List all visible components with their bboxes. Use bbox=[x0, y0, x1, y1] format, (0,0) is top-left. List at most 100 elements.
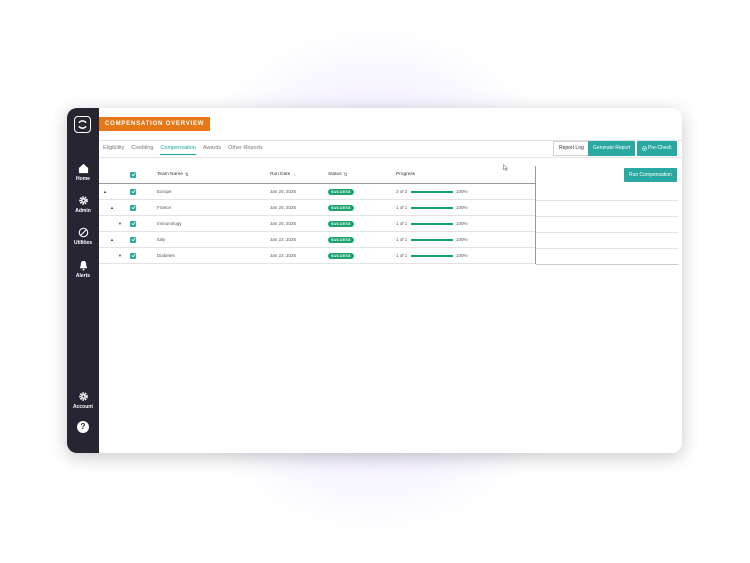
status-cell: SUCCESS bbox=[328, 248, 354, 263]
table-row[interactable]: ▲ Europe Jan 20, 2025 SUCCESS 2 of 2 100… bbox=[99, 184, 535, 200]
tab-other-reports[interactable]: Other Reports bbox=[228, 145, 263, 155]
check-icon bbox=[131, 221, 135, 226]
row-select[interactable] bbox=[130, 248, 136, 263]
checkbox[interactable] bbox=[130, 171, 136, 178]
main-content: COMPENSATION OVERVIEW Eligibility Credit… bbox=[99, 108, 682, 453]
progress-bar-fill bbox=[411, 238, 453, 241]
row-chevron: ▼ bbox=[118, 253, 122, 258]
nav-alerts[interactable]: Alerts bbox=[67, 260, 99, 279]
progress-percent: 100% bbox=[456, 205, 468, 210]
gear-icon bbox=[78, 196, 88, 205]
tab-bar: Eligibility Crediting Compensation Award… bbox=[103, 145, 263, 155]
progress-bar-fill bbox=[411, 190, 453, 193]
header-select-all[interactable] bbox=[130, 166, 136, 183]
status-badge: SUCCESS bbox=[328, 204, 354, 211]
sort-icon: ⇅ bbox=[343, 171, 348, 177]
status-cell: SUCCESS bbox=[328, 216, 354, 231]
page-title: COMPENSATION OVERVIEW bbox=[99, 117, 211, 131]
progress-bar-fill bbox=[411, 254, 453, 257]
check-icon bbox=[131, 205, 135, 210]
sort-icon: ⇅ bbox=[184, 171, 189, 177]
app-window: Home Admin Utilities Alerts Account ? CO… bbox=[67, 108, 682, 453]
progress-bar bbox=[411, 206, 453, 209]
expand-chevron-icon[interactable]: ▲ bbox=[103, 184, 107, 199]
status-cell: SUCCESS bbox=[328, 200, 354, 215]
help-icon[interactable]: ? bbox=[77, 421, 89, 433]
table-row[interactable]: ▲ Italy Jan 22, 2025 SUCCESS 1 of 1 100% bbox=[99, 232, 535, 248]
tab-divider bbox=[99, 157, 682, 158]
progress-cell: 1 of 1 100% bbox=[396, 216, 468, 231]
expand-chevron-icon[interactable]: ▼ bbox=[118, 216, 122, 231]
nav-admin-label: Admin bbox=[75, 208, 91, 214]
run-date-cell: Jan 22, 2025 bbox=[270, 237, 297, 242]
gear-icon bbox=[78, 392, 88, 401]
tab-eligibility[interactable]: Eligibility bbox=[103, 145, 124, 155]
status-badge: SUCCESS bbox=[328, 220, 354, 227]
status-cell: SUCCESS bbox=[328, 232, 354, 247]
table-row[interactable]: ▼ Diabetes Jan 22, 2025 SUCCESS 1 of 1 1… bbox=[99, 248, 535, 264]
checkbox[interactable] bbox=[130, 220, 136, 227]
row-select[interactable] bbox=[130, 184, 136, 199]
checkbox[interactable] bbox=[130, 236, 136, 243]
team-name-cell: Europe bbox=[157, 189, 172, 194]
bell-icon bbox=[79, 260, 87, 271]
run-date-cell: Jan 20, 2025 bbox=[270, 189, 297, 194]
progress-cell: 1 of 1 100% bbox=[396, 232, 468, 247]
nav-home-label: Home bbox=[76, 176, 90, 182]
table-row[interactable]: ▼ Immunology Jan 20, 2025 SUCCESS 1 of 1… bbox=[99, 216, 535, 232]
expand-chevron-icon[interactable]: ▲ bbox=[110, 200, 114, 215]
row-chevron: ▲ bbox=[110, 205, 114, 210]
pre-check-button[interactable]: Pre-Check bbox=[637, 141, 677, 156]
team-name-cell: Immunology bbox=[157, 221, 182, 226]
tab-awards[interactable]: Awards bbox=[203, 145, 221, 155]
tab-compensation[interactable]: Compensation bbox=[160, 145, 196, 155]
nav-home[interactable]: Home bbox=[67, 163, 99, 182]
row-select[interactable] bbox=[130, 216, 136, 231]
header-team-name[interactable]: Team Name ⇅ bbox=[157, 166, 189, 183]
team-name-cell: Italy bbox=[157, 237, 166, 242]
header-team-name-label: Team Name bbox=[157, 172, 183, 177]
nav-utilities[interactable]: Utilities bbox=[67, 227, 99, 246]
checkbox[interactable] bbox=[130, 204, 136, 211]
expand-chevron-icon[interactable]: ▲ bbox=[110, 232, 114, 247]
header-progress-label: Progress bbox=[396, 172, 416, 177]
header-status[interactable]: Status ⇅ bbox=[328, 166, 347, 183]
check-icon bbox=[131, 253, 135, 258]
header-status-label: Status bbox=[328, 172, 342, 177]
progress-bar bbox=[411, 254, 453, 257]
expand-chevron-icon[interactable]: ▼ bbox=[118, 248, 122, 263]
team-name-cell: Diabetes bbox=[157, 253, 175, 258]
progress-count: 1 of 1 bbox=[396, 205, 408, 210]
progress-count: 1 of 1 bbox=[396, 237, 408, 242]
checkbox[interactable] bbox=[130, 252, 136, 259]
progress-cell: 2 of 2 100% bbox=[396, 184, 468, 199]
header-progress: Progress bbox=[396, 166, 415, 183]
generate-report-button[interactable]: Generate Report bbox=[588, 141, 636, 156]
table-header-row: Team Name ⇅ Run Date ↓ Status ⇅ Progress bbox=[99, 166, 535, 184]
progress-count: 2 of 2 bbox=[396, 189, 408, 194]
report-log-button[interactable]: Report Log bbox=[553, 141, 590, 156]
run-date-cell: Jan 22, 2025 bbox=[270, 253, 297, 258]
app-logo-icon[interactable] bbox=[74, 116, 91, 133]
nav-admin[interactable]: Admin bbox=[67, 195, 99, 214]
header-run-date[interactable]: Run Date ↓ bbox=[270, 166, 296, 183]
row-chevron: ▲ bbox=[110, 237, 114, 242]
team-name-cell: France bbox=[157, 205, 172, 210]
pre-check-label: Pre-Check bbox=[648, 145, 672, 151]
checkbox[interactable] bbox=[130, 188, 136, 195]
nav-account[interactable]: Account bbox=[67, 391, 99, 410]
run-date-cell: Jan 20, 2025 bbox=[270, 205, 297, 210]
progress-bar-fill bbox=[411, 222, 453, 225]
row-select[interactable] bbox=[130, 232, 136, 247]
status-badge: SUCCESS bbox=[328, 252, 354, 259]
nav-utilities-label: Utilities bbox=[73, 240, 93, 246]
table-row[interactable]: ▲ France Jan 20, 2025 SUCCESS 1 of 1 100… bbox=[99, 200, 535, 216]
check-icon bbox=[131, 237, 135, 242]
progress-percent: 100% bbox=[456, 189, 468, 194]
status-cell: SUCCESS bbox=[328, 184, 354, 199]
row-select[interactable] bbox=[130, 200, 136, 215]
progress-percent: 100% bbox=[456, 237, 468, 242]
progress-bar-fill bbox=[411, 206, 453, 209]
progress-cell: 1 of 1 100% bbox=[396, 200, 468, 215]
tab-crediting[interactable]: Crediting bbox=[131, 145, 153, 155]
